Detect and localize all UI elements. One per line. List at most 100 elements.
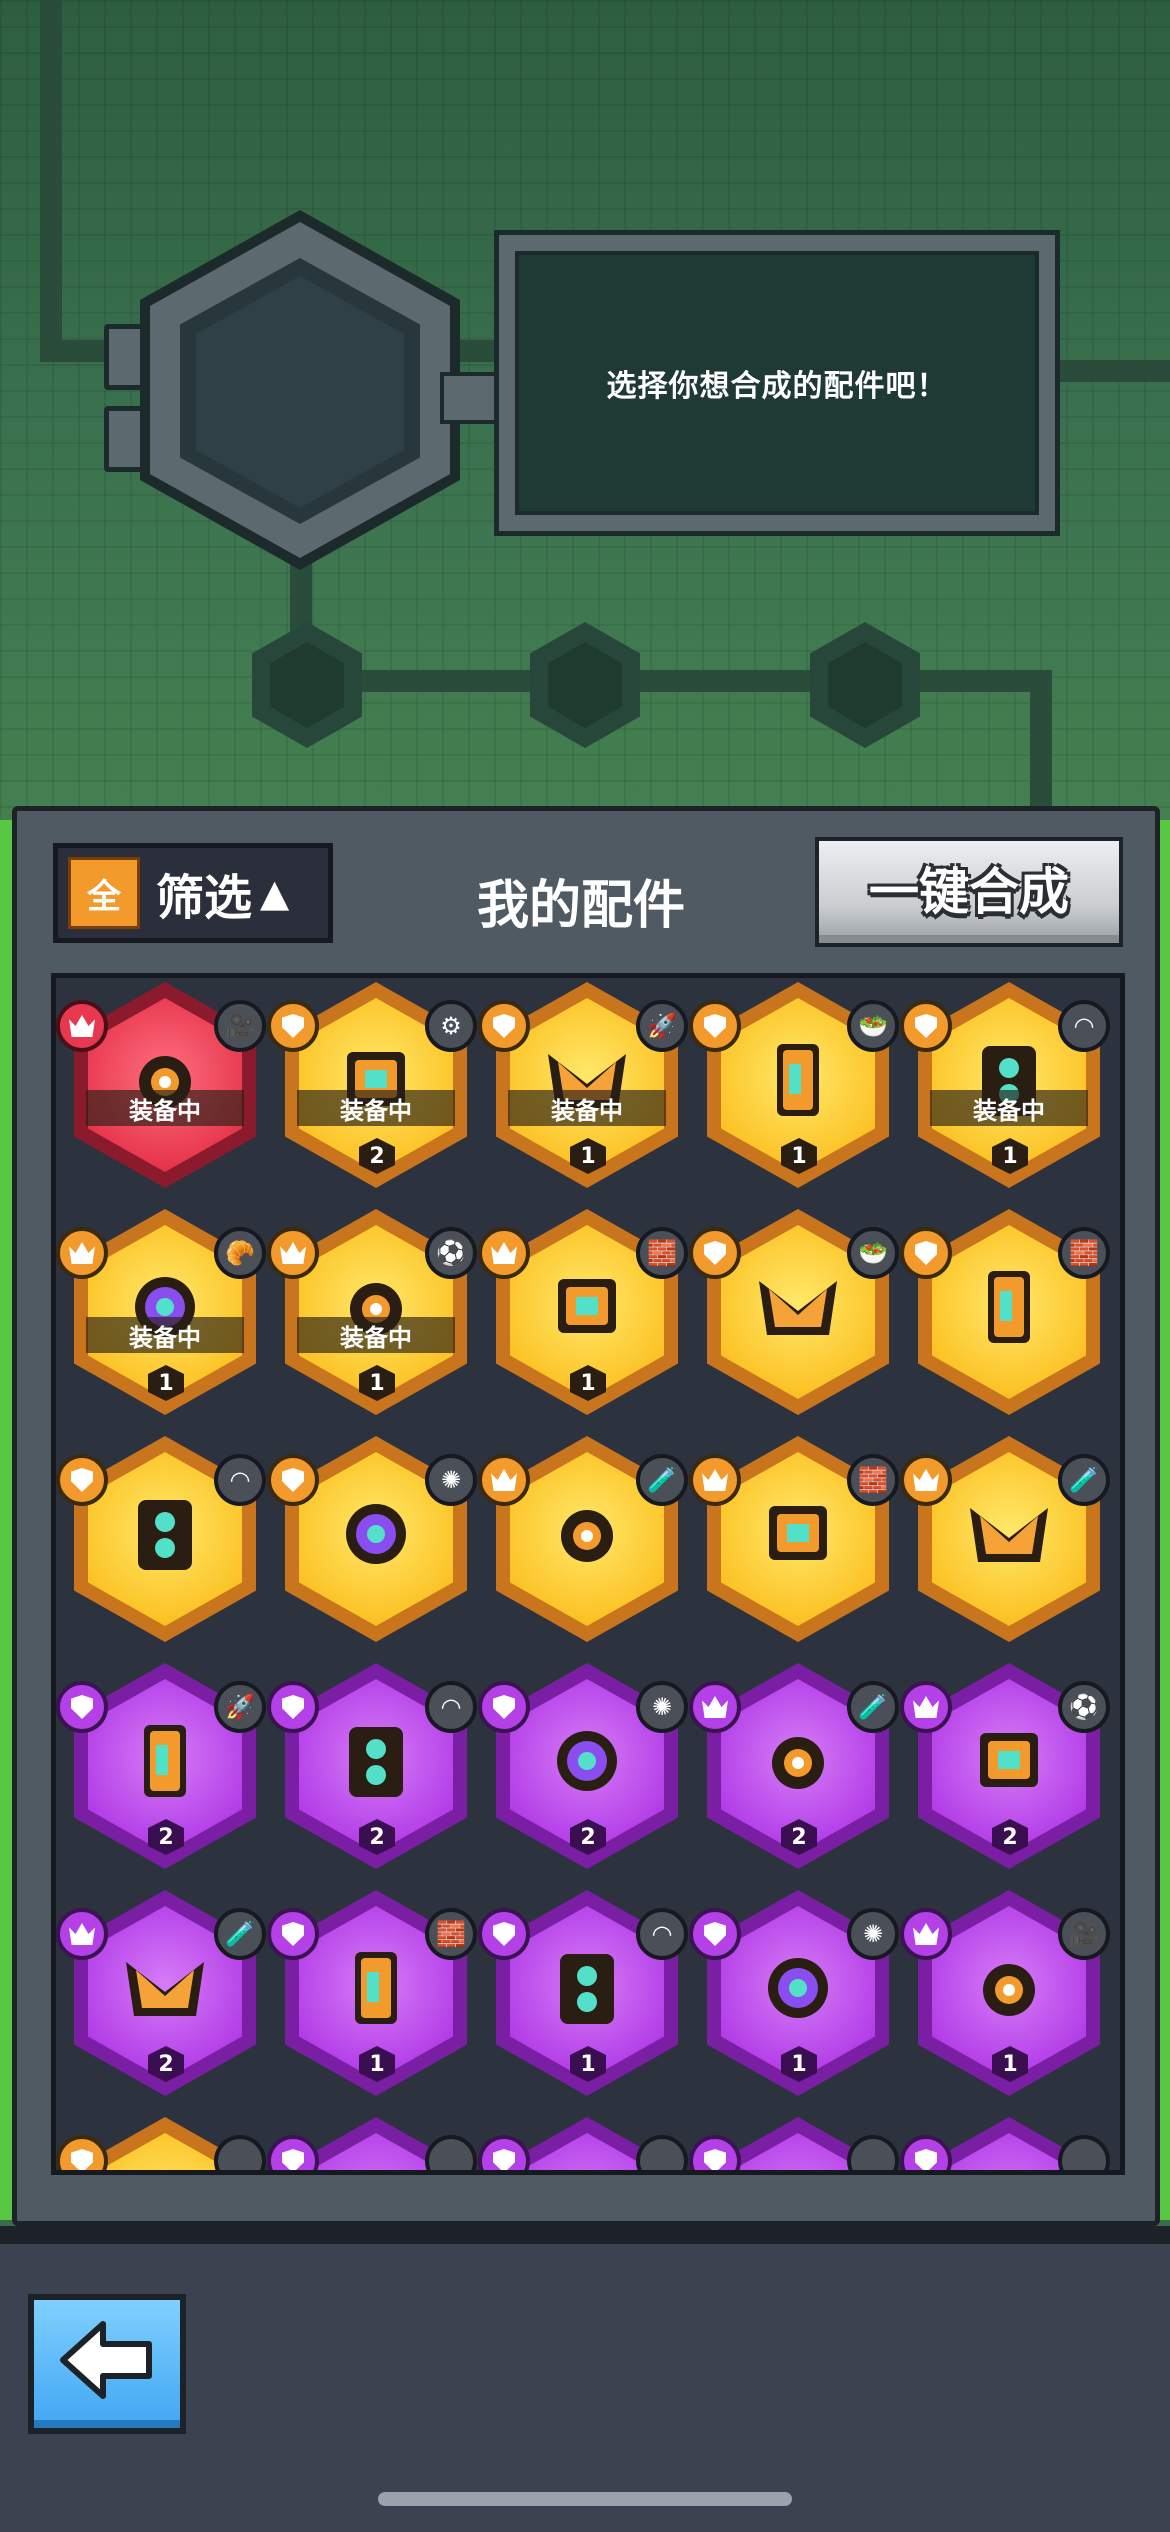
- shield-rank-icon: [478, 1000, 530, 1052]
- part-tile[interactable]: 🎥 装备中: [56, 978, 266, 1188]
- part-tile[interactable]: ◠ 1: [478, 1886, 688, 2096]
- slot-type-icon: [425, 2135, 477, 2170]
- part-tile[interactable]: 🧪 2: [56, 1886, 266, 2096]
- slot-type-icon: 🚀: [636, 1000, 688, 1052]
- robot-part-icon: [346, 1504, 406, 1564]
- pipe: [300, 670, 1040, 692]
- crown-rank-icon: [900, 1681, 952, 1733]
- part-tile[interactable]: [689, 2113, 899, 2170]
- slot-type-icon: ⚽: [425, 1227, 477, 1279]
- slot-type-icon: 🥗: [847, 1227, 899, 1279]
- shield-rank-icon: [900, 1227, 952, 1279]
- slot-type-icon: [1058, 2135, 1110, 2170]
- part-tile[interactable]: 🥗 1: [689, 978, 899, 1188]
- slot-type-icon: 🧱: [847, 1454, 899, 1506]
- slot-type-icon: 🧪: [636, 1454, 688, 1506]
- panel-title: 我的配件: [477, 876, 686, 936]
- slot-type-icon: 🥗: [847, 1000, 899, 1052]
- equipped-label: 装备中: [297, 1317, 455, 1353]
- slot-type-icon: ◠: [636, 1908, 688, 1960]
- shield-rank-icon: [267, 1454, 319, 1506]
- filter-all-badge: 全: [68, 857, 140, 929]
- part-tile[interactable]: [267, 2113, 477, 2170]
- back-button[interactable]: [28, 2294, 186, 2434]
- crown-rank-icon: [478, 1454, 530, 1506]
- part-tile[interactable]: [56, 2113, 266, 2170]
- slot-type-icon: 🚀: [214, 1681, 266, 1733]
- one-click-combine-button[interactable]: 一键合成: [815, 837, 1123, 947]
- part-tile[interactable]: ⚙ 装备中 2: [267, 978, 477, 1188]
- slot-type-icon: ✺: [636, 1681, 688, 1733]
- crown-rank-icon: [56, 1227, 108, 1279]
- crown-rank-icon: [56, 1000, 108, 1052]
- part-tile[interactable]: [900, 2113, 1110, 2170]
- dialog-message: 选择你想合成的配件吧！: [606, 369, 948, 404]
- shield-rank-icon: [478, 1908, 530, 1960]
- part-tile[interactable]: ◠ 2: [267, 1659, 477, 1869]
- part-tile[interactable]: ✺: [267, 1432, 477, 1642]
- part-tile[interactable]: 🧪 2: [689, 1659, 899, 1869]
- crown-rank-icon: [689, 1454, 741, 1506]
- arrow-left-icon: [60, 2321, 152, 2399]
- part-tile[interactable]: ✺ 2: [478, 1659, 688, 1869]
- part-tile[interactable]: 🧪: [478, 1432, 688, 1642]
- crown-rank-icon: [56, 1908, 108, 1960]
- slot-type-icon: 🎥: [214, 1000, 266, 1052]
- pipe: [40, 0, 62, 360]
- part-tile[interactable]: 🥐 装备中 1: [56, 1205, 266, 1415]
- slot-type-icon: 🎥: [1058, 1908, 1110, 1960]
- filter-button[interactable]: 全 筛选 ▲: [53, 843, 333, 943]
- robot-part-icon: [772, 1737, 824, 1789]
- robot-part-icon: [144, 1725, 186, 1797]
- crown-rank-icon: [478, 1227, 530, 1279]
- shield-rank-icon: [267, 1908, 319, 1960]
- triangle-up-icon: ▲: [260, 871, 290, 915]
- part-tile[interactable]: 🎥 1: [900, 1886, 1110, 2096]
- slot-type-icon: ✺: [847, 1908, 899, 1960]
- robot-part-icon: [558, 1279, 616, 1333]
- slot-type-icon: 🧱: [636, 1227, 688, 1279]
- pipe: [1060, 360, 1170, 382]
- robot-part-icon: [988, 1271, 1030, 1343]
- part-tile[interactable]: 🧪: [900, 1432, 1110, 1642]
- slot-type-icon: 🧪: [214, 1908, 266, 1960]
- robot-part-icon: [349, 1727, 403, 1797]
- part-tile[interactable]: 🧱 1: [478, 1205, 688, 1415]
- part-tile[interactable]: ⚽ 2: [900, 1659, 1110, 1869]
- shield-rank-icon: [267, 2135, 319, 2170]
- bottom-bar: [0, 2226, 1170, 2532]
- parts-grid: 🎥 装备中 ⚙ 装备中 2 🚀 装备中 1 🥗 1 ◠ 装备中 1 🥐 装备中 1 ⚽ 装备中 1 🧱 1 🥗 🧱 ◠ ✺ 🧪 🧱 🧪…: [51, 973, 1125, 2175]
- filter-label: 筛选: [156, 870, 253, 926]
- slot-type-icon: [636, 2135, 688, 2170]
- shield-rank-icon: [689, 1000, 741, 1052]
- socket-hex: [810, 622, 920, 748]
- shield-rank-icon: [900, 1000, 952, 1052]
- part-tile[interactable]: 🚀 装备中 1: [478, 978, 688, 1188]
- home-indicator[interactable]: [378, 2492, 792, 2506]
- part-tile[interactable]: 🧱 1: [267, 1886, 477, 2096]
- shield-rank-icon: [689, 2135, 741, 2170]
- part-tile[interactable]: ◠ 装备中 1: [900, 978, 1110, 1188]
- part-tile[interactable]: [478, 2113, 688, 2170]
- crown-rank-icon: [689, 1681, 741, 1733]
- slot-type-icon: ◠: [425, 1681, 477, 1733]
- robot-part-icon: [557, 1731, 617, 1791]
- robot-part-icon: [355, 1952, 397, 2024]
- part-tile[interactable]: ◠: [56, 1432, 266, 1642]
- crown-rank-icon: [267, 1227, 319, 1279]
- slot-type-icon: ◠: [214, 1454, 266, 1506]
- equipped-label: 装备中: [508, 1090, 666, 1126]
- part-tile[interactable]: 🚀 2: [56, 1659, 266, 1869]
- part-tile[interactable]: ⚽ 装备中 1: [267, 1205, 477, 1415]
- part-tile[interactable]: 🧱: [689, 1432, 899, 1642]
- part-tile[interactable]: 🧱: [900, 1205, 1110, 1415]
- socket-hex: [530, 622, 640, 748]
- part-tile[interactable]: 🥗: [689, 1205, 899, 1415]
- robot-part-icon: [768, 1958, 828, 2018]
- equipped-label: 装备中: [86, 1317, 244, 1353]
- robot-part-icon: [560, 1954, 614, 2024]
- part-tile[interactable]: ✺ 1: [689, 1886, 899, 2096]
- slot-type-icon: 🧱: [425, 1908, 477, 1960]
- crown-rank-icon: [900, 1454, 952, 1506]
- robot-part-icon: [126, 1962, 204, 2016]
